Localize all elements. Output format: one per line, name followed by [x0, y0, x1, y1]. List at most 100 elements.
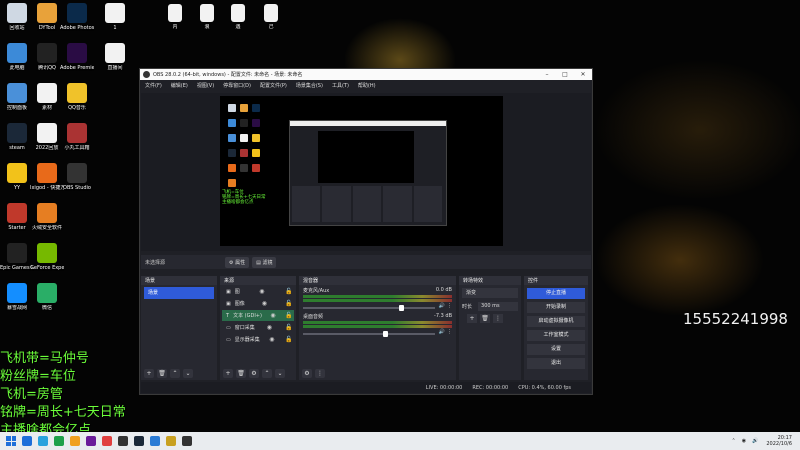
desktop-icon[interactable]: Ixigod - 快捷方式 [30, 163, 64, 191]
clock[interactable]: 20:17 2022/10/6 [766, 435, 792, 447]
desktop-icon[interactable]: YY [0, 163, 34, 191]
source-item[interactable]: ▣ 图像 ◉ 🔓 [222, 298, 294, 309]
add-icon[interactable]: + [467, 314, 477, 323]
desktop-icon[interactable]: QQ音乐 [60, 83, 94, 111]
desktop-file[interactable]: 内 [158, 4, 192, 30]
taskbar-app-icon[interactable] [166, 436, 176, 446]
volume-slider[interactable] [303, 330, 435, 337]
transition-select[interactable]: 渐变 [462, 288, 518, 298]
desktop-icon[interactable]: 2022回放 [30, 123, 64, 151]
taskbar-app-icon[interactable] [134, 436, 144, 446]
network-icon[interactable]: ◉ [742, 438, 746, 444]
speaker-icon[interactable]: 🔊 [439, 303, 445, 309]
desktop-icon[interactable]: 微信 [30, 283, 64, 311]
source-item[interactable]: ▣ 图 ◉ 🔓 [222, 286, 294, 297]
menu-view[interactable]: 视图(V) [197, 82, 214, 89]
eye-icon[interactable]: ◉ [267, 336, 277, 343]
obs-titlebar[interactable]: OBS 28.0.2 (64-bit, windows) - 配置文件: 未命名… [140, 69, 592, 80]
menu-tools[interactable]: 工具(T) [332, 82, 349, 89]
desktop-icon[interactable]: 火绒安全软件 [30, 203, 64, 231]
chevron-down-icon[interactable]: ⌄ [183, 369, 193, 378]
trash-icon[interactable]: 🗑 [236, 369, 246, 378]
desktop-file[interactable]: 己 [254, 4, 288, 30]
desktop-icon[interactable]: 控制面板 [0, 83, 34, 111]
taskbar-app-icon[interactable] [38, 436, 48, 446]
menu-help[interactable]: 帮助(H) [358, 82, 376, 89]
taskbar-app-icon[interactable] [150, 436, 160, 446]
eye-icon[interactable]: ◉ [264, 324, 274, 331]
menu-docks[interactable]: 停靠窗口(D) [223, 82, 251, 89]
menu-edit[interactable]: 编辑(E) [171, 82, 188, 89]
maximize-icon[interactable]: □ [556, 71, 574, 78]
lock-icon[interactable]: 🔓 [284, 312, 294, 319]
volume-slider[interactable] [303, 304, 435, 311]
windows-start-icon[interactable] [6, 436, 16, 446]
desktop-icon[interactable]: DYTool [30, 3, 64, 31]
taskbar-app-icon[interactable] [118, 436, 128, 446]
eye-icon[interactable]: ◉ [257, 288, 267, 295]
desktop-icon[interactable]: 小丸工具箱 [60, 123, 94, 151]
trash-icon[interactable]: 🗑 [157, 369, 167, 378]
studio-mode-button[interactable]: 工作室模式 [527, 330, 585, 341]
taskbar-app-icon[interactable] [70, 436, 80, 446]
desktop-icon[interactable]: 回收站 [0, 3, 34, 31]
desktop-icon[interactable]: 暴雪战网 [0, 283, 34, 311]
desktop-file[interactable]: 浪 [190, 4, 224, 30]
kebab-icon[interactable]: ⋮ [447, 303, 452, 309]
desktop-icon[interactable]: 腾讯QQ [30, 43, 64, 71]
filters-button[interactable]: ▤ 滤镜 [252, 256, 277, 268]
desktop-icon[interactable]: steam [0, 123, 34, 151]
desktop-icon[interactable]: Starter [0, 203, 34, 231]
menu-file[interactable]: 文件(F) [145, 82, 162, 89]
desktop-icon[interactable]: Adobe Premie... [60, 43, 94, 71]
speaker-icon[interactable]: 🔊 [439, 329, 445, 335]
desktop-file[interactable]: 遇 [221, 4, 255, 30]
desktop-icon[interactable]: 素材 [30, 83, 64, 111]
menu-scene-collection[interactable]: 场景集合(S) [296, 82, 323, 89]
chevron-up-icon[interactable]: ⌃ [732, 438, 736, 444]
minimize-icon[interactable]: – [538, 71, 556, 78]
add-icon[interactable]: + [144, 369, 154, 378]
taskbar-app-icon[interactable] [86, 436, 96, 446]
eye-icon[interactable]: ◉ [268, 312, 278, 319]
preview-canvas[interactable]: 飞机=车位 铭牌=周长+七天日常 主播啥都会亿点 15552241998 [220, 96, 503, 246]
taskbar-app-icon[interactable] [182, 436, 192, 446]
close-icon[interactable]: ✕ [574, 71, 592, 78]
kebab-icon[interactable]: ⋮ [493, 314, 503, 323]
taskbar-app-icon[interactable] [22, 436, 32, 446]
taskbar-app-icon[interactable] [54, 436, 64, 446]
trash-icon[interactable]: 🗑 [480, 314, 490, 323]
kebab-icon[interactable]: ⋮ [447, 329, 452, 335]
taskbar-app-icon[interactable] [102, 436, 112, 446]
desktop-icon[interactable]: Adobe Photosh... [60, 3, 94, 31]
exit-button[interactable]: 退出 [527, 358, 585, 369]
lock-icon[interactable]: 🔓 [284, 288, 294, 295]
properties-button[interactable]: ⚙ 属性 [225, 256, 250, 268]
duration-input[interactable]: 300 ms [478, 301, 518, 311]
speaker-icon[interactable]: 🔊 [752, 438, 758, 444]
desktop-icon[interactable]: 此电脑 [0, 43, 34, 71]
obs-window[interactable]: OBS 28.0.2 (64-bit, windows) - 配置文件: 未命名… [139, 68, 593, 395]
stop-streaming-button[interactable]: 停止直播 [527, 288, 585, 299]
desktop-icon[interactable]: 直播间 [98, 43, 132, 71]
source-item[interactable]: ▭ 显示器采集 ◉ 🔓 [222, 334, 294, 345]
chevron-down-icon[interactable]: ⌄ [275, 369, 285, 378]
settings-button[interactable]: 设置 [527, 344, 585, 355]
chevron-up-icon[interactable]: ⌃ [170, 369, 180, 378]
virtual-camera-button[interactable]: 启动虚拟摄像机 [527, 316, 585, 327]
source-item[interactable]: ▭ 窗口采集 ◉ 🔓 [222, 322, 294, 333]
source-item[interactable]: T 文本 (GDI+) ◉ 🔓 [222, 310, 294, 321]
desktop-icon[interactable]: GeForce Experience [30, 243, 64, 271]
menu-profile[interactable]: 配置文件(P) [260, 82, 287, 89]
chevron-up-icon[interactable]: ⌃ [262, 369, 272, 378]
desktop-icon[interactable]: OBS Studio [60, 163, 94, 191]
gear-icon[interactable]: ⚙ [249, 369, 259, 378]
scene-item[interactable]: 场景 [144, 287, 214, 299]
add-icon[interactable]: + [223, 369, 233, 378]
lock-icon[interactable]: 🔓 [284, 300, 294, 307]
kebab-icon[interactable]: ⋮ [315, 369, 325, 378]
eye-icon[interactable]: ◉ [259, 300, 269, 307]
lock-icon[interactable]: 🔓 [284, 336, 294, 343]
start-recording-button[interactable]: 开始录制 [527, 302, 585, 313]
desktop-icon[interactable]: 1 [98, 3, 132, 31]
